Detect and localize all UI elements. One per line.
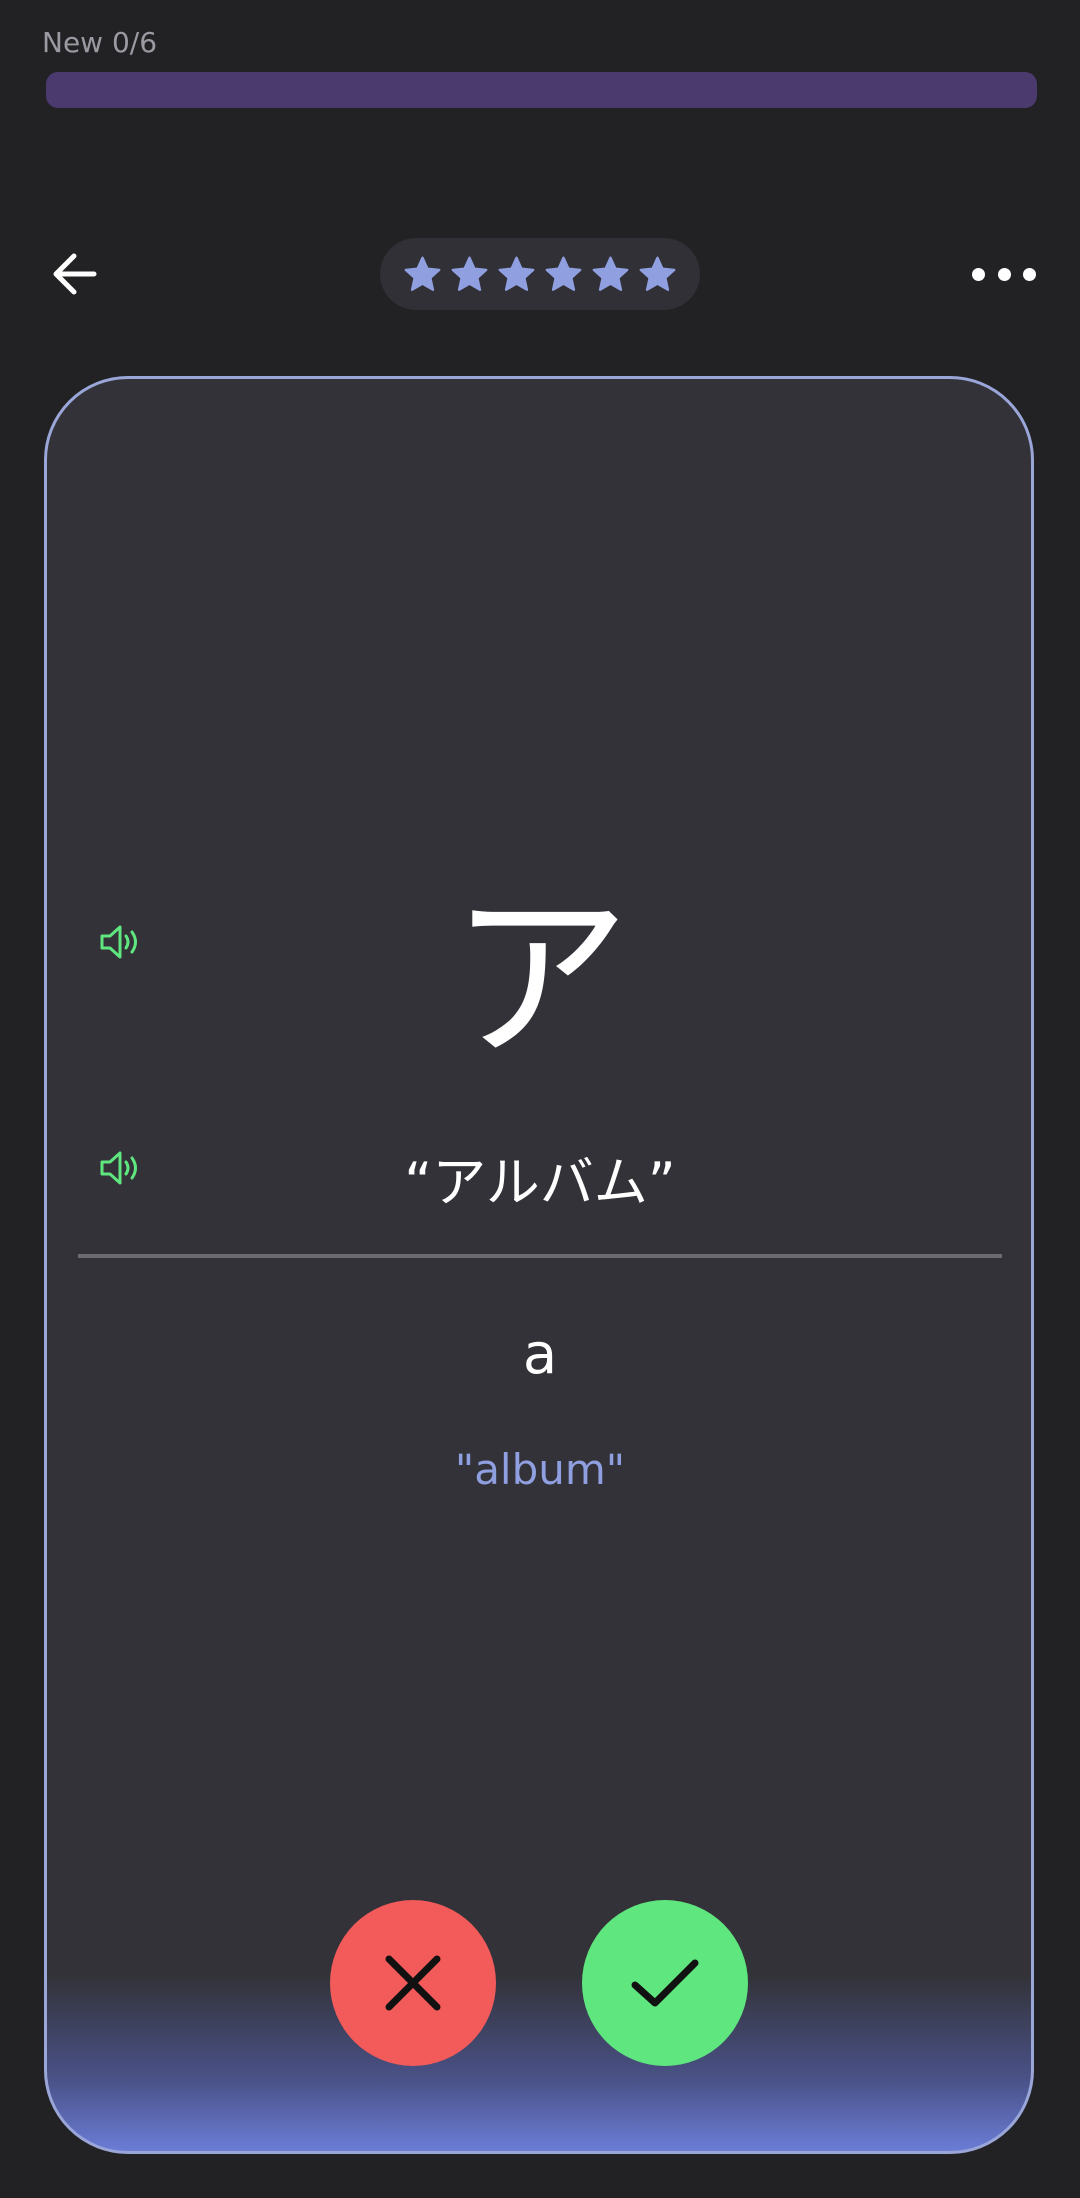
flashcard — [44, 376, 1034, 2154]
mark-correct-button[interactable] — [582, 1900, 748, 2066]
more-horizontal-icon — [972, 267, 985, 281]
card-divider — [78, 1254, 1002, 1258]
kana-character: ア — [449, 875, 630, 1084]
progress-bar — [46, 72, 1037, 108]
star-icon — [498, 256, 535, 291]
more-options-button[interactable] — [972, 254, 1036, 294]
mark-wrong-button[interactable] — [330, 1900, 496, 2066]
close-icon — [385, 1955, 441, 2011]
example-word: “アルバム” — [404, 1151, 676, 1214]
more-dot — [1023, 267, 1036, 281]
example-meaning: "album" — [454, 1445, 626, 1494]
star-icon — [545, 256, 582, 291]
back-button[interactable] — [44, 244, 104, 304]
star-icon — [592, 256, 629, 291]
stars-rating — [380, 238, 700, 310]
star-icon — [404, 256, 441, 291]
more-dot — [997, 267, 1011, 281]
check-icon — [631, 1959, 699, 2007]
star-icon — [639, 256, 676, 291]
arrow-left-icon — [53, 253, 97, 295]
romaji-reading: a — [522, 1322, 558, 1387]
star-icon — [451, 256, 488, 291]
progress-label: New 0/6 — [42, 26, 158, 59]
